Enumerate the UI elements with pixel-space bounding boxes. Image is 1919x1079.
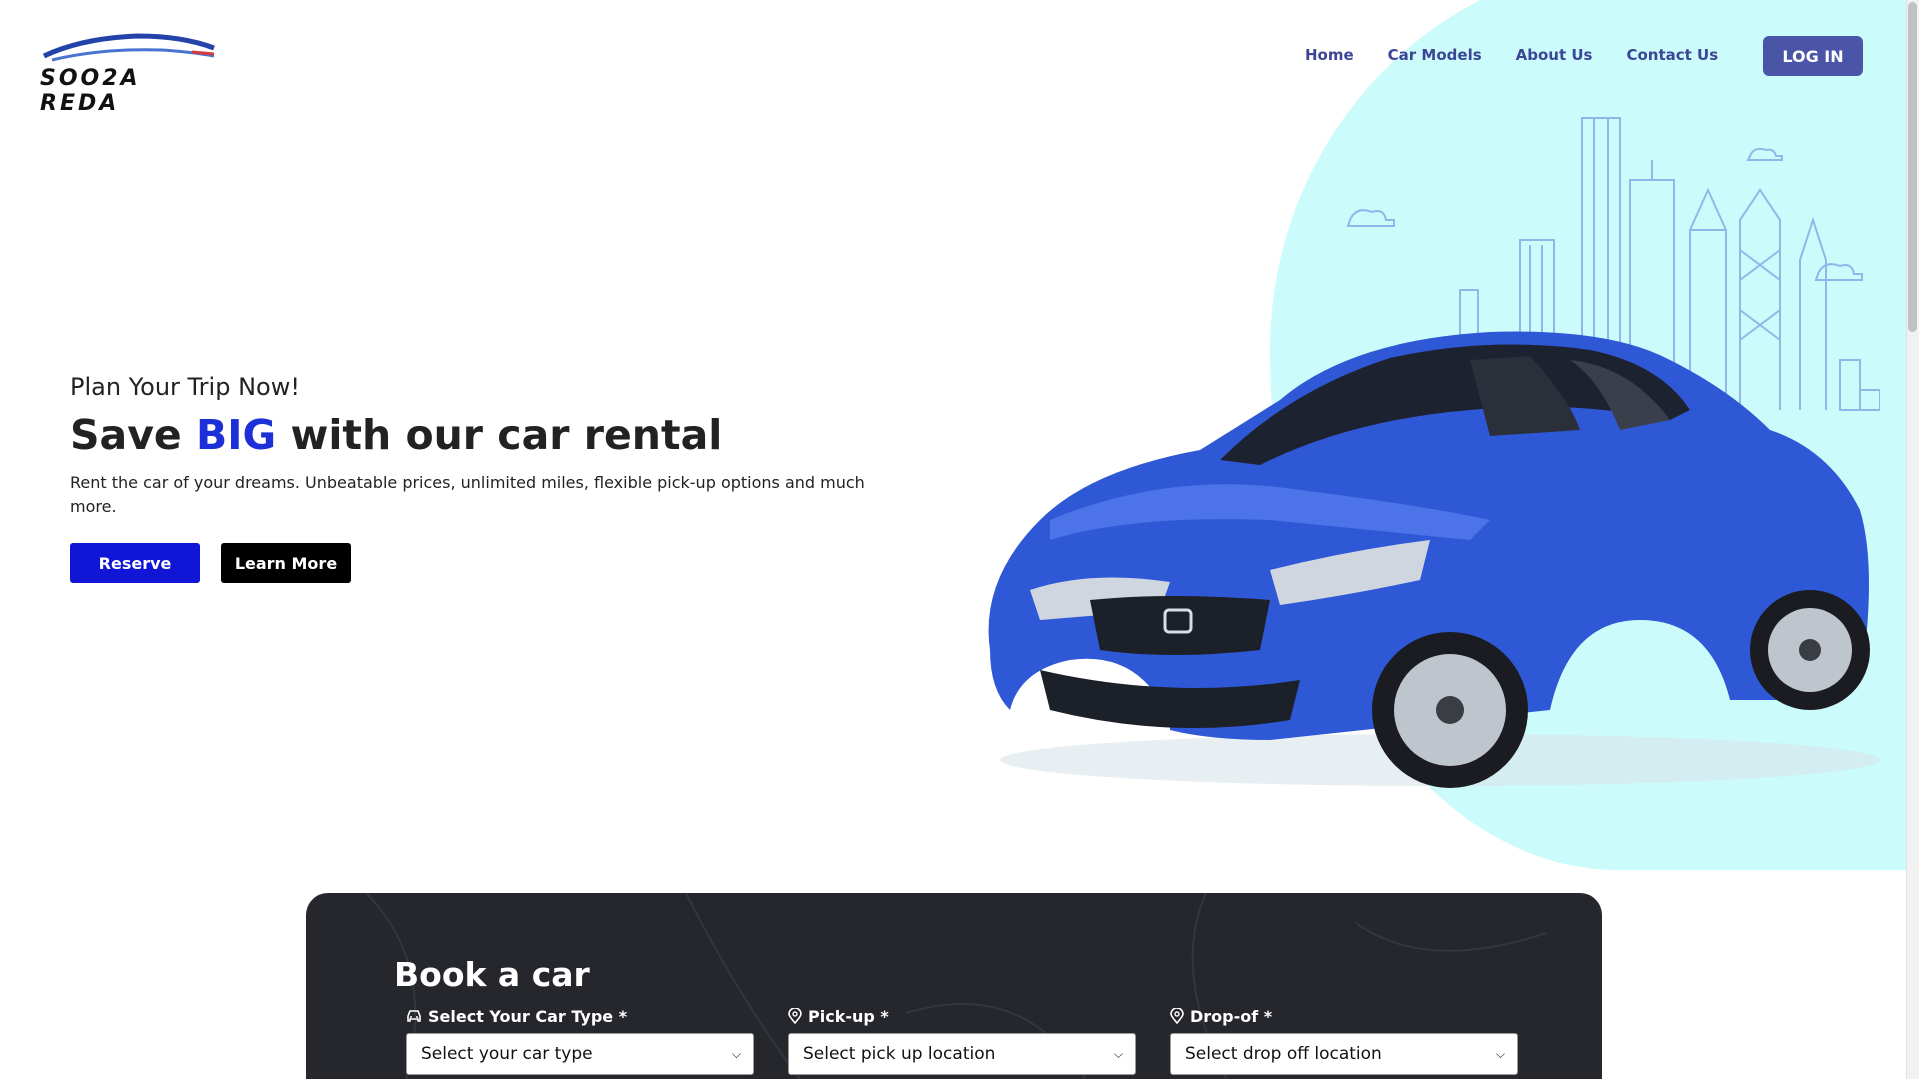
chevron-down-icon: ⌵ [1113, 1046, 1123, 1061]
car-type-label-text: Select Your Car Type * [428, 1006, 628, 1026]
reserve-button[interactable]: Reserve [70, 543, 200, 583]
nav-item-about-us[interactable]: About Us [1516, 46, 1593, 64]
booking-title: Book a car [394, 955, 590, 994]
nav-item-car-models[interactable]: Car Models [1388, 46, 1482, 64]
chevron-down-icon: ⌵ [1495, 1046, 1505, 1061]
hero-car-image [988, 331, 1880, 788]
hero-eyebrow: Plan Your Trip Now! [70, 373, 300, 401]
page: SOO2A REDA Home Car Models About Us Cont… [0, 0, 1919, 1079]
car-type-select-value: Select your car type [421, 1044, 593, 1064]
car-swoosh-icon [42, 33, 215, 62]
pickup-field: Pick-up * Select pick up location ⌵ [788, 1005, 1136, 1075]
hero-title-accent: BIG [196, 411, 277, 459]
login-button[interactable]: LOG IN [1763, 36, 1863, 76]
booking-panel: Book a car Select Your Car Type * Select… [306, 893, 1602, 1079]
scrollbar[interactable] [1906, 0, 1919, 1079]
hero-title-suffix: with our car rental [276, 411, 723, 459]
dropoff-select[interactable]: Select drop off location ⌵ [1170, 1033, 1518, 1075]
pickup-label: Pick-up * [788, 1005, 1136, 1027]
dropoff-label: Drop-of * [1170, 1005, 1518, 1027]
pickup-select[interactable]: Select pick up location ⌵ [788, 1033, 1136, 1075]
car-type-label: Select Your Car Type * [406, 1005, 754, 1027]
learn-more-button[interactable]: Learn More [221, 543, 351, 583]
scrollbar-thumb[interactable] [1908, 2, 1917, 332]
car-icon [407, 1010, 421, 1022]
brand-name: SOO2A REDA [40, 66, 141, 116]
pickup-select-value: Select pick up location [803, 1044, 996, 1064]
dropoff-field: Drop-of * Select drop off location ⌵ [1170, 1005, 1518, 1075]
nav-item-contact-us[interactable]: Contact Us [1626, 46, 1718, 64]
brand-logo[interactable]: SOO2A REDA [38, 32, 218, 116]
nav-item-home[interactable]: Home [1305, 46, 1354, 64]
location-pin-icon [1170, 1008, 1184, 1024]
main-nav: Home Car Models About Us Contact Us [1305, 46, 1718, 64]
location-pin-icon [788, 1008, 802, 1024]
hero-description: Rent the car of your dreams. Unbeatable … [70, 473, 865, 516]
dropoff-select-value: Select drop off location [1185, 1044, 1382, 1064]
chevron-down-icon: ⌵ [731, 1046, 741, 1061]
hero-section: Plan Your Trip Now! Save BIG with our ca… [70, 373, 890, 583]
hero-title: Save BIG with our car rental [70, 411, 890, 459]
car-type-field: Select Your Car Type * Select your car t… [406, 1005, 754, 1075]
car-type-select[interactable]: Select your car type ⌵ [406, 1033, 754, 1075]
hero-actions: Reserve Learn More [70, 543, 890, 583]
dropoff-label-text: Drop-of * [1190, 1006, 1273, 1026]
pickup-label-text: Pick-up * [808, 1006, 889, 1026]
hero-title-prefix: Save [70, 411, 197, 459]
